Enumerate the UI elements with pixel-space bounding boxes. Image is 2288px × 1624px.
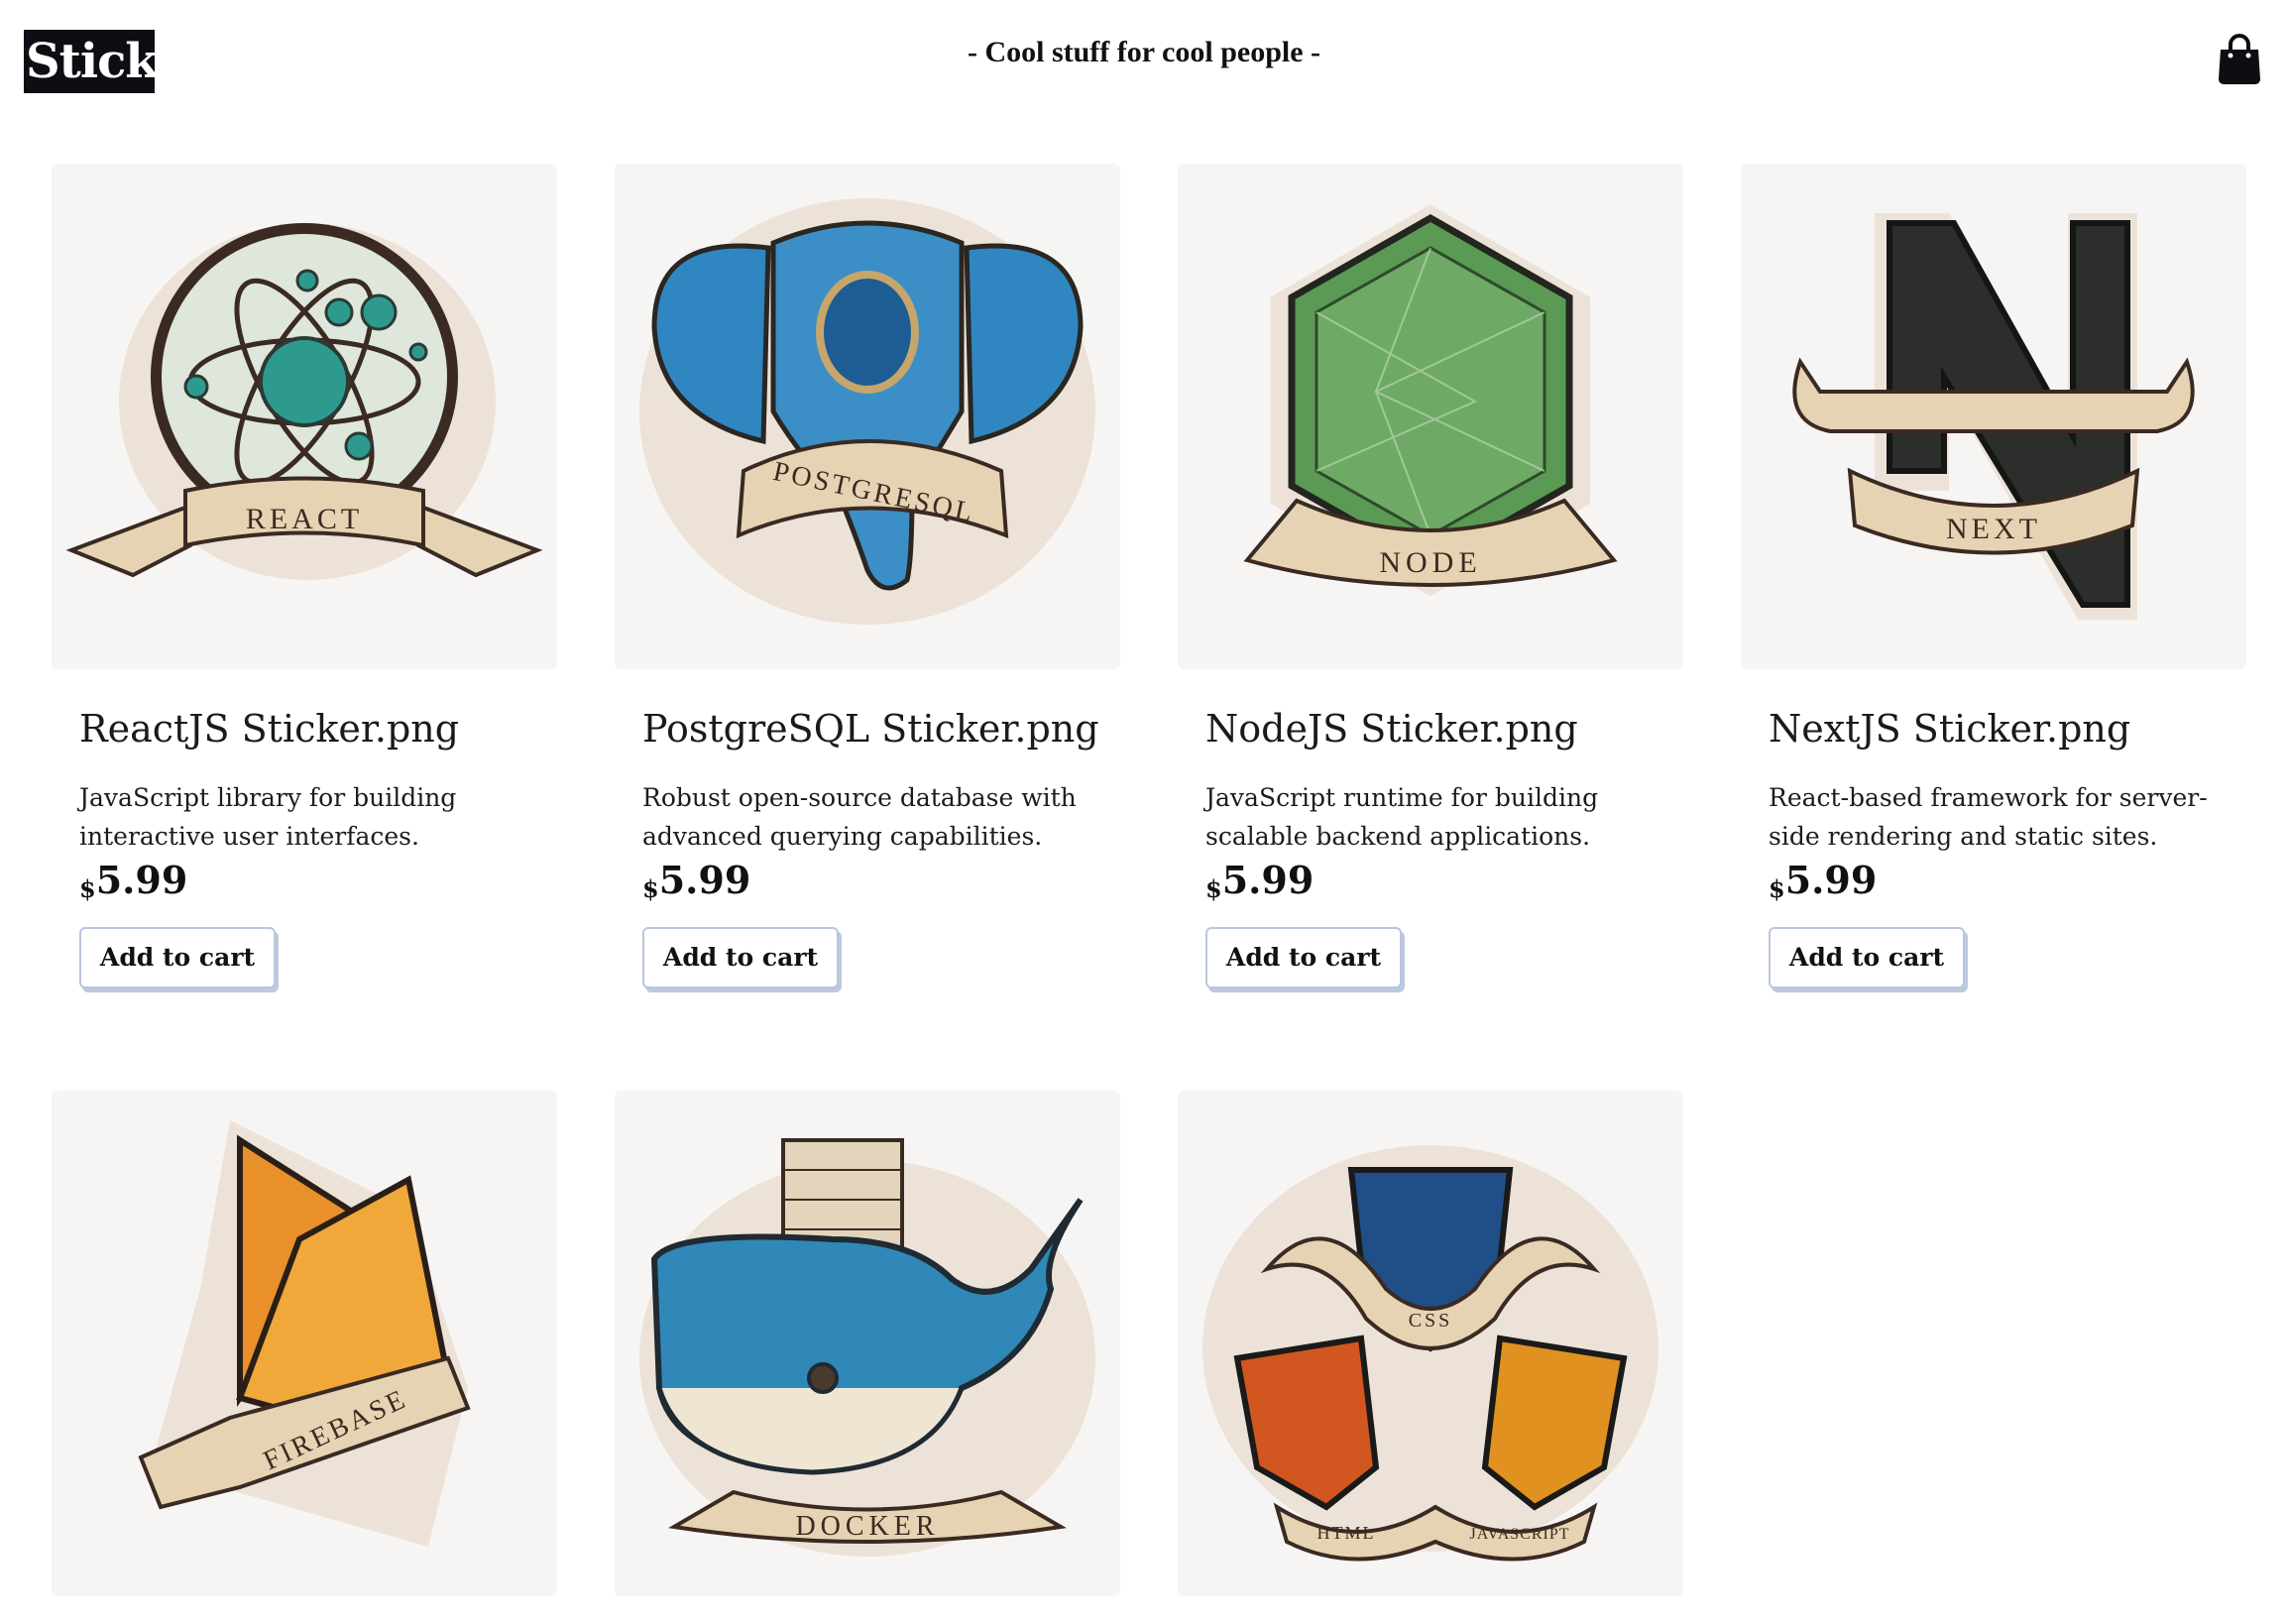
price-amount: 5.99: [658, 858, 751, 902]
product-image-html-css-javascript[interactable]: CSS HTML JAVASCRIPT: [1178, 1091, 1683, 1596]
product-title: PostgreSQL Sticker.png: [642, 707, 1099, 751]
product-image-react[interactable]: REACT: [52, 164, 557, 669]
product-image-postgresql[interactable]: POSTGRESQL: [615, 164, 1120, 669]
product-title: NextJS Sticker.png: [1769, 707, 2131, 751]
css-sticker-label: CSS: [1409, 1310, 1453, 1332]
tagline: - Cool stuff for cool people -: [967, 36, 1321, 68]
add-to-cart-button[interactable]: Add to cart: [642, 927, 839, 988]
javascript-sticker-label: JAVASCRIPT: [1469, 1526, 1569, 1543]
product-description: React-based framework for server-side re…: [1769, 783, 2208, 851]
shopping-bag-icon[interactable]: [2217, 34, 2262, 85]
react-sticker-label: REACT: [246, 503, 363, 535]
product-image-node[interactable]: NODE: [1178, 164, 1683, 669]
product-description: Robust open-source database with advance…: [642, 783, 1077, 851]
product-title: NodeJS Sticker.png: [1205, 707, 1578, 751]
price-amount: 5.99: [1221, 858, 1315, 902]
product-description: JavaScript runtime for building scalable…: [1205, 783, 1599, 851]
currency-symbol: $: [79, 874, 96, 903]
product-price: $5.99: [642, 858, 750, 903]
product-price: $5.99: [79, 858, 187, 903]
add-to-cart-button[interactable]: Add to cart: [79, 927, 276, 988]
site-header: Stickr - Cool stuff for cool people -: [0, 0, 2288, 119]
currency-symbol: $: [642, 874, 659, 903]
next-sticker-label: NEXT: [1946, 513, 2041, 545]
currency-symbol: $: [1205, 874, 1222, 903]
product-image-firebase[interactable]: FIREBASE: [52, 1091, 557, 1596]
html-sticker-label: HTML: [1317, 1523, 1376, 1543]
product-price: $5.99: [1205, 858, 1314, 903]
currency-symbol: $: [1769, 874, 1785, 903]
price-amount: 5.99: [1784, 858, 1878, 902]
product-image-next[interactable]: NEXT: [1741, 164, 2246, 669]
product-description: JavaScript library for building interact…: [79, 783, 457, 851]
add-to-cart-button[interactable]: Add to cart: [1205, 927, 1402, 988]
product-price: $5.99: [1769, 858, 1877, 903]
add-to-cart-button[interactable]: Add to cart: [1769, 927, 1965, 988]
product-image-docker[interactable]: DOCKER: [615, 1091, 1120, 1596]
price-amount: 5.99: [95, 858, 188, 902]
docker-sticker-label: DOCKER: [795, 1511, 939, 1542]
node-sticker-label: NODE: [1379, 546, 1481, 579]
product-title: ReactJS Sticker.png: [79, 707, 460, 751]
